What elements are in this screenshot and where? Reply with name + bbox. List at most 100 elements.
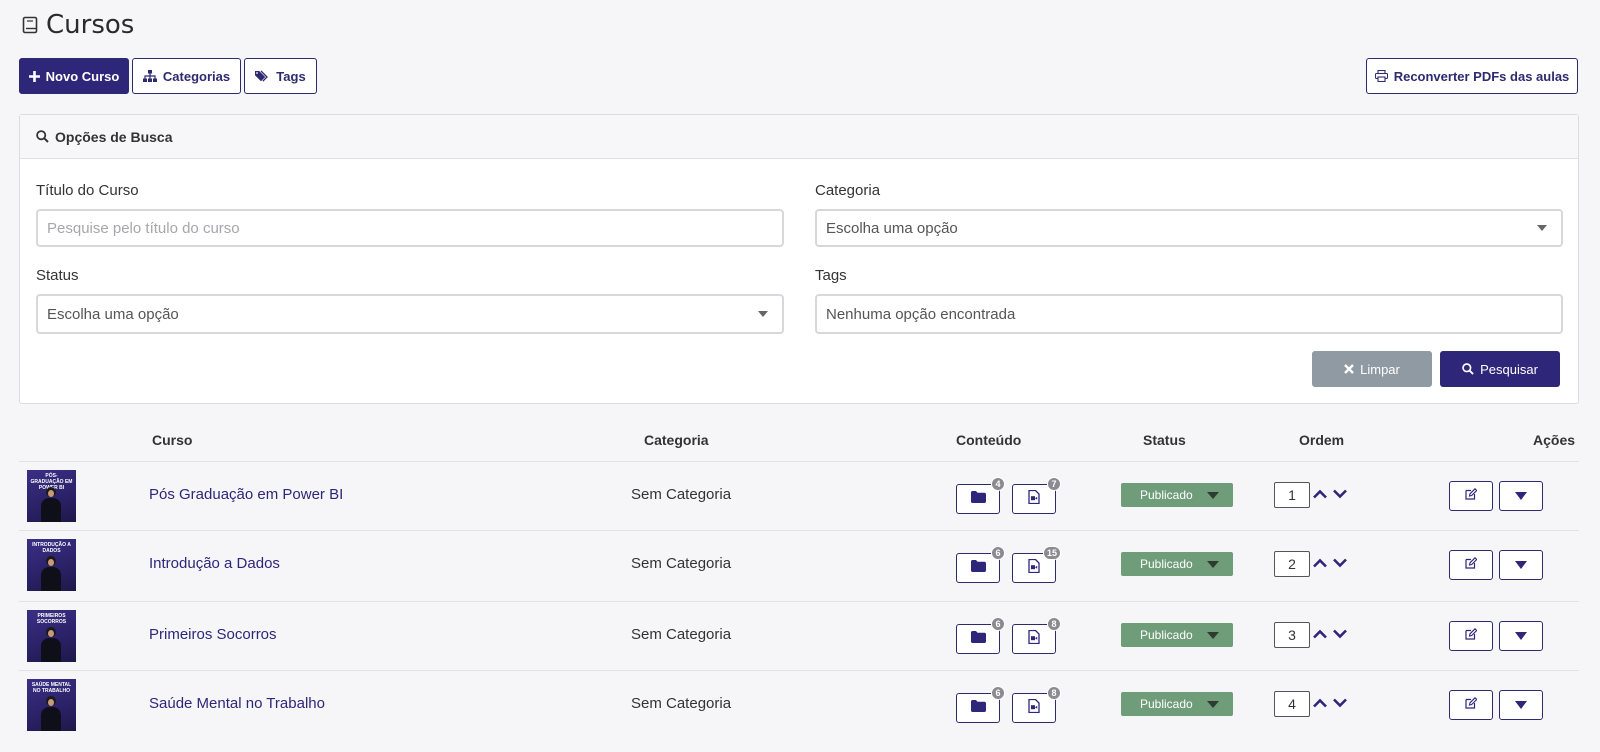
plus-icon [28, 70, 40, 82]
chevron-up-icon[interactable] [1312, 556, 1330, 574]
search-panel: Opções de Busca Título do Curso Pesquise… [19, 114, 1579, 404]
search-button[interactable]: Pesquisar [1440, 351, 1560, 387]
times-icon [1344, 364, 1354, 374]
modules-button[interactable]: 6 [956, 686, 1005, 723]
caret-down-icon [1537, 225, 1547, 231]
page-header: Cursos [22, 10, 134, 40]
status-label: Publicado [1140, 628, 1193, 642]
edit-button[interactable] [1449, 621, 1493, 651]
printer-icon [1374, 70, 1388, 82]
edit-button[interactable] [1449, 690, 1493, 720]
edit-button[interactable] [1449, 550, 1493, 580]
col-header-order[interactable]: Ordem [1299, 432, 1344, 448]
book-icon [22, 16, 38, 34]
status-dropdown[interactable]: Publicado [1121, 483, 1233, 507]
modules-button[interactable]: 6 [956, 617, 1005, 654]
tags-filter-value: Nenhuma opção encontrada [826, 305, 1016, 323]
course-thumbnail[interactable]: INTRODUÇÃO A DADOS [27, 539, 76, 591]
course-name-link[interactable]: Saúde Mental no Trabalho [149, 695, 325, 712]
tags-filter-input[interactable]: Nenhuma opção encontrada [815, 294, 1563, 334]
course-name-link[interactable]: Pós Graduação em Power BI [149, 486, 343, 503]
col-header-course[interactable]: Curso [152, 432, 192, 448]
course-thumbnail[interactable]: SAÚDE MENTAL NO TRABALHO [27, 679, 76, 731]
file-video-icon [1028, 698, 1040, 718]
caret-down-icon [1206, 560, 1219, 568]
course-thumbnail[interactable]: PRIMEIROS SOCORROS [27, 610, 76, 662]
caret-down-icon [1515, 492, 1527, 500]
category-label: Categoria [815, 182, 881, 199]
status-select-value: Escolha uma opção [47, 305, 179, 323]
thumbnail-person [41, 487, 61, 522]
order-input[interactable]: 4 [1274, 691, 1310, 717]
clear-button[interactable]: Limpar [1312, 351, 1432, 387]
chevron-down-icon[interactable] [1332, 627, 1350, 645]
folder-icon [970, 490, 986, 508]
lessons-button[interactable]: 7 [1012, 477, 1061, 514]
clear-label: Limpar [1360, 361, 1400, 377]
modules-button[interactable]: 4 [956, 477, 1005, 514]
order-input[interactable]: 2 [1274, 551, 1310, 577]
order-input[interactable]: 3 [1274, 622, 1310, 648]
thumbnail-person [41, 696, 61, 731]
lessons-count-badge: 15 [1042, 546, 1061, 560]
course-category: Sem Categoria [631, 695, 732, 712]
lessons-count-badge: 8 [1047, 617, 1061, 631]
chevron-up-icon[interactable] [1312, 487, 1330, 505]
actions-dropdown-button[interactable] [1499, 550, 1543, 580]
edit-button[interactable] [1449, 481, 1493, 511]
caret-down-icon [1515, 701, 1527, 709]
table-row: INTRODUÇÃO A DADOS Introdução a Dados Sem … [19, 531, 1579, 599]
actions-dropdown-button[interactable] [1499, 621, 1543, 651]
new-course-button[interactable]: Novo Curso [19, 58, 129, 94]
lessons-button[interactable]: 8 [1012, 686, 1061, 723]
status-label: Status [36, 267, 79, 284]
actions-dropdown-button[interactable] [1499, 690, 1543, 720]
edit-icon [1465, 627, 1478, 645]
status-dropdown[interactable]: Publicado [1121, 623, 1233, 647]
search-icon [1462, 363, 1474, 375]
course-name-link[interactable]: Introdução a Dados [149, 555, 280, 572]
lessons-count-badge: 7 [1047, 477, 1061, 491]
reconvert-pdfs-button[interactable]: Reconverter PDFs das aulas [1366, 58, 1578, 94]
col-header-category[interactable]: Categoria [644, 432, 709, 448]
chevron-up-icon[interactable] [1312, 696, 1330, 714]
title-search-input[interactable]: Pesquise pelo título do curso [36, 209, 784, 247]
categories-button[interactable]: Categorias [132, 58, 241, 94]
search-panel-title: Opções de Busca [55, 128, 173, 145]
chevron-down-icon[interactable] [1332, 556, 1350, 574]
chevron-up-icon[interactable] [1312, 627, 1330, 645]
caret-down-icon [1206, 491, 1219, 499]
course-thumbnail[interactable]: PÓS-GRADUAÇÃO EM POWER BI [27, 470, 76, 522]
caret-down-icon [1206, 700, 1219, 708]
status-label: Publicado [1140, 697, 1193, 711]
tags-button[interactable]: Tags [244, 58, 317, 94]
status-select[interactable]: Escolha uma opção [36, 294, 784, 334]
course-name-link[interactable]: Primeiros Socorros [149, 626, 277, 643]
category-select[interactable]: Escolha uma opção [815, 209, 1563, 247]
modules-button[interactable]: 6 [956, 546, 1005, 583]
search-panel-header: Opções de Busca [20, 115, 1578, 159]
status-dropdown[interactable]: Publicado [1121, 692, 1233, 716]
order-input[interactable]: 1 [1274, 482, 1310, 508]
lessons-button[interactable]: 15 [1012, 546, 1061, 583]
status-dropdown[interactable]: Publicado [1121, 552, 1233, 576]
categories-label: Categorias [162, 68, 231, 84]
folder-icon [970, 630, 986, 648]
chevron-down-icon[interactable] [1332, 487, 1350, 505]
actions-dropdown-button[interactable] [1499, 481, 1543, 511]
file-video-icon [1028, 489, 1040, 509]
col-header-content: Conteúdo [956, 432, 1022, 448]
course-category: Sem Categoria [631, 486, 732, 503]
folder-icon [970, 559, 986, 577]
chevron-down-icon[interactable] [1332, 696, 1350, 714]
col-header-status[interactable]: Status [1143, 432, 1186, 448]
course-category: Sem Categoria [631, 555, 732, 572]
lessons-button[interactable]: 8 [1012, 617, 1061, 654]
title-label: Título do Curso [36, 182, 139, 199]
table-row: PRIMEIROS SOCORROS Primeiros Socorros Sem … [19, 602, 1579, 670]
thumbnail-title: INTRODUÇÃO A DADOS [32, 542, 71, 554]
category-select-value: Escolha uma opção [826, 219, 958, 237]
search-icon [36, 130, 49, 143]
thumbnail-person [41, 627, 61, 662]
folder-icon [970, 699, 986, 717]
